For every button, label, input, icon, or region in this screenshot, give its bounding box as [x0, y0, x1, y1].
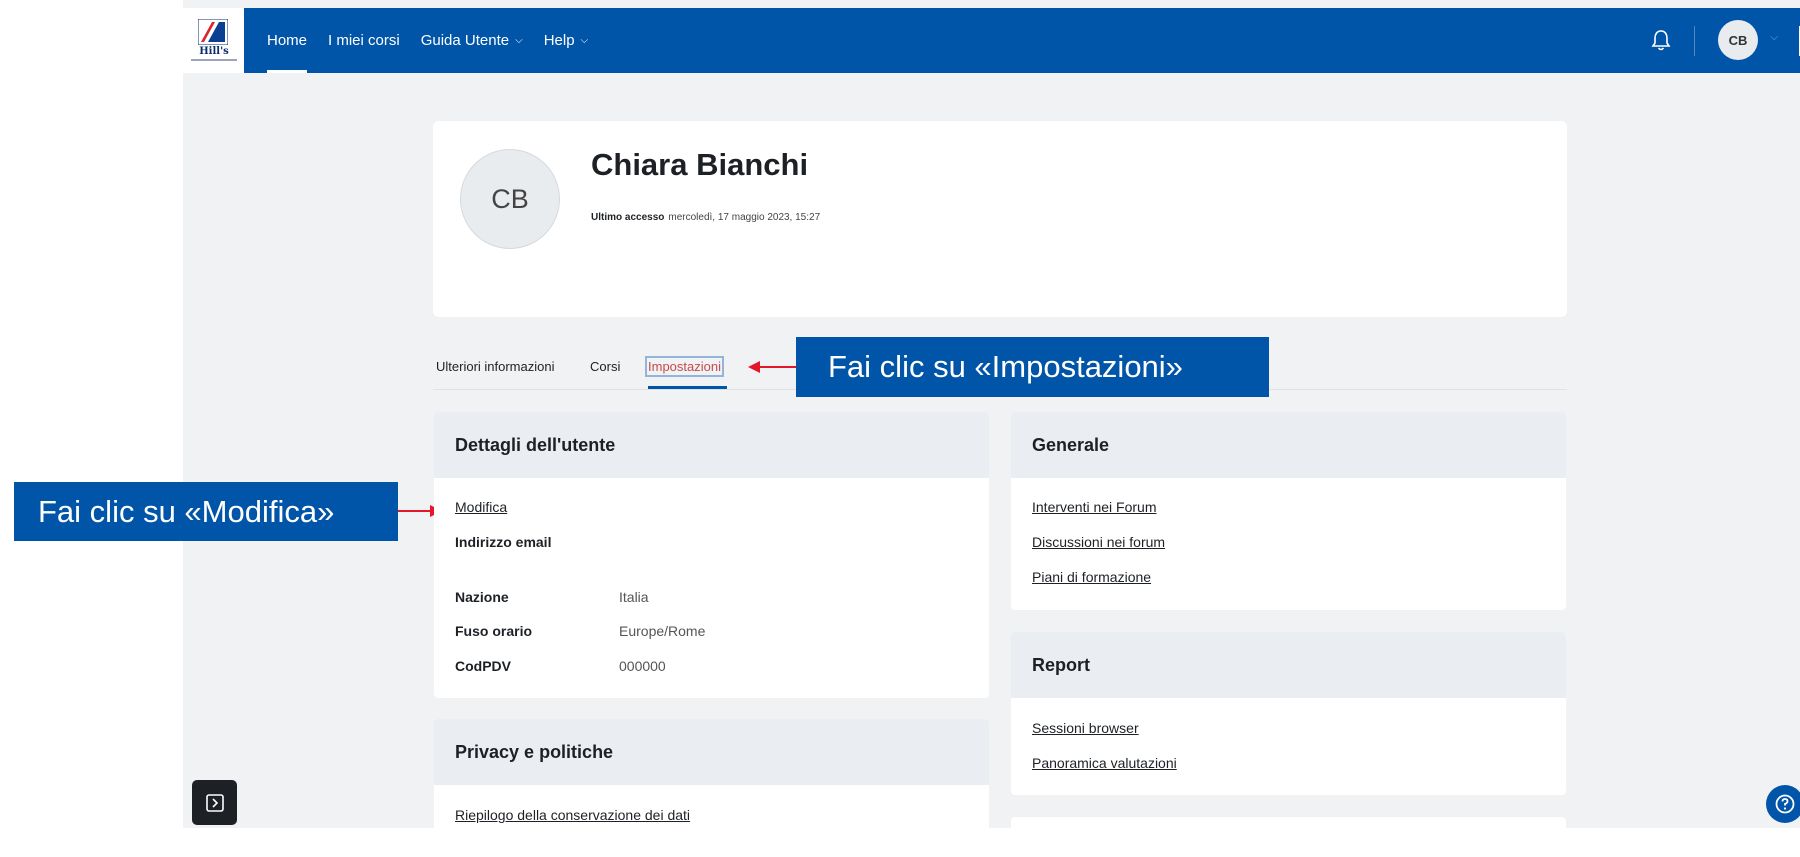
nav-my-courses-label: I miei corsi — [328, 32, 400, 49]
profile-header-card: CB Chiara Bianchi Ultimo accesso mercoled… — [433, 121, 1567, 317]
forum-discussions-link[interactable]: Discussioni nei forum — [1032, 534, 1165, 550]
additional-card — [1011, 817, 1566, 857]
help-icon — [1775, 794, 1795, 814]
data-retention-summary-link[interactable]: Riepilogo della conservazione dei dati — [455, 807, 690, 823]
nav-home-label: Home — [267, 32, 308, 49]
tab-settings[interactable]: Impostazioni — [645, 356, 724, 377]
grades-overview-link[interactable]: Panoramica valutazioni — [1032, 755, 1177, 771]
active-tab-indicator — [648, 386, 727, 389]
callout-impostazioni: Fai clic su «Impostazioni» — [796, 337, 1269, 397]
report-card: Report Sessioni browser Panoramica valut… — [1011, 632, 1566, 795]
primary-navigation: Home I miei corsi Guida Utente ⌵ Help ⌵ — [267, 8, 609, 73]
logo-mark-icon — [198, 19, 228, 45]
last-access-value: mercoledì, 17 maggio 2023, 15:27 — [668, 212, 821, 223]
user-details-card: Dettagli dell'utente Modifica Indirizzo … — [434, 412, 989, 698]
drawer-toggle-icon — [205, 793, 224, 812]
browser-sessions-link[interactable]: Sessioni browser — [1032, 720, 1139, 736]
nav-help-label: Help — [543, 32, 575, 49]
general-card: Generale Interventi nei Forum Discussion… — [1011, 412, 1566, 610]
callout-arrow-modifica — [398, 505, 442, 517]
profile-avatar: CB — [460, 149, 560, 249]
top-navbar: Hill's Home I miei corsi Guida Utente ⌵ … — [183, 8, 1800, 73]
tab-courses[interactable]: Corsi — [590, 359, 620, 374]
profile-name: Chiara Bianchi — [591, 147, 809, 182]
nav-user-guide-label: Guida Utente — [420, 32, 510, 49]
user-details-title: Dettagli dell'utente — [434, 412, 989, 478]
report-title: Report — [1011, 632, 1566, 698]
help-button[interactable] — [1766, 785, 1800, 823]
timezone-label: Fuso orario — [455, 623, 533, 639]
bell-icon[interactable] — [1650, 28, 1672, 52]
site-logo[interactable]: Hill's — [183, 8, 244, 73]
chevron-down-icon[interactable]: ⌵ — [1770, 32, 1778, 43]
nav-home[interactable]: Home — [267, 8, 308, 73]
codpdv-label: CodPDV — [455, 658, 511, 674]
country-value: Italia — [619, 589, 649, 605]
logo-tagline — [191, 59, 237, 61]
last-access: Ultimo accesso mercoledì, 17 maggio 2023,… — [591, 212, 820, 223]
logo-text: Hill's — [199, 46, 229, 57]
country-label: Nazione — [455, 589, 509, 605]
forum-posts-link[interactable]: Interventi nei Forum — [1032, 499, 1157, 515]
user-menu-avatar[interactable]: CB — [1718, 20, 1758, 60]
chevron-down-icon: ⌵ — [580, 35, 589, 46]
nav-my-courses[interactable]: I miei corsi — [328, 8, 400, 73]
last-access-label: Ultimo accesso — [591, 212, 665, 223]
codpdv-value: 000000 — [619, 658, 666, 674]
callout-arrow-impostazioni — [748, 361, 796, 373]
nav-help[interactable]: Help ⌵ — [544, 8, 588, 73]
privacy-card: Privacy e politiche Riepilogo della cons… — [434, 719, 989, 849]
tab-more-info[interactable]: Ulteriori informazioni — [436, 359, 554, 374]
learning-plans-link[interactable]: Piani di formazione — [1032, 569, 1151, 585]
general-title: Generale — [1011, 412, 1566, 478]
nav-divider — [1694, 26, 1695, 56]
timezone-value: Europe/Rome — [619, 623, 706, 639]
drawer-toggle-button[interactable] — [192, 780, 237, 825]
profile-initials: CB — [491, 183, 529, 214]
user-initials: CB — [1728, 32, 1748, 48]
chevron-down-icon: ⌵ — [515, 35, 523, 46]
callout-modifica: Fai clic su «Modifica» — [14, 482, 398, 541]
email-label: Indirizzo email — [455, 534, 552, 550]
edit-profile-link[interactable]: Modifica — [455, 499, 507, 515]
privacy-title: Privacy e politiche — [434, 719, 989, 785]
nav-user-guide[interactable]: Guida Utente ⌵ — [421, 8, 523, 73]
